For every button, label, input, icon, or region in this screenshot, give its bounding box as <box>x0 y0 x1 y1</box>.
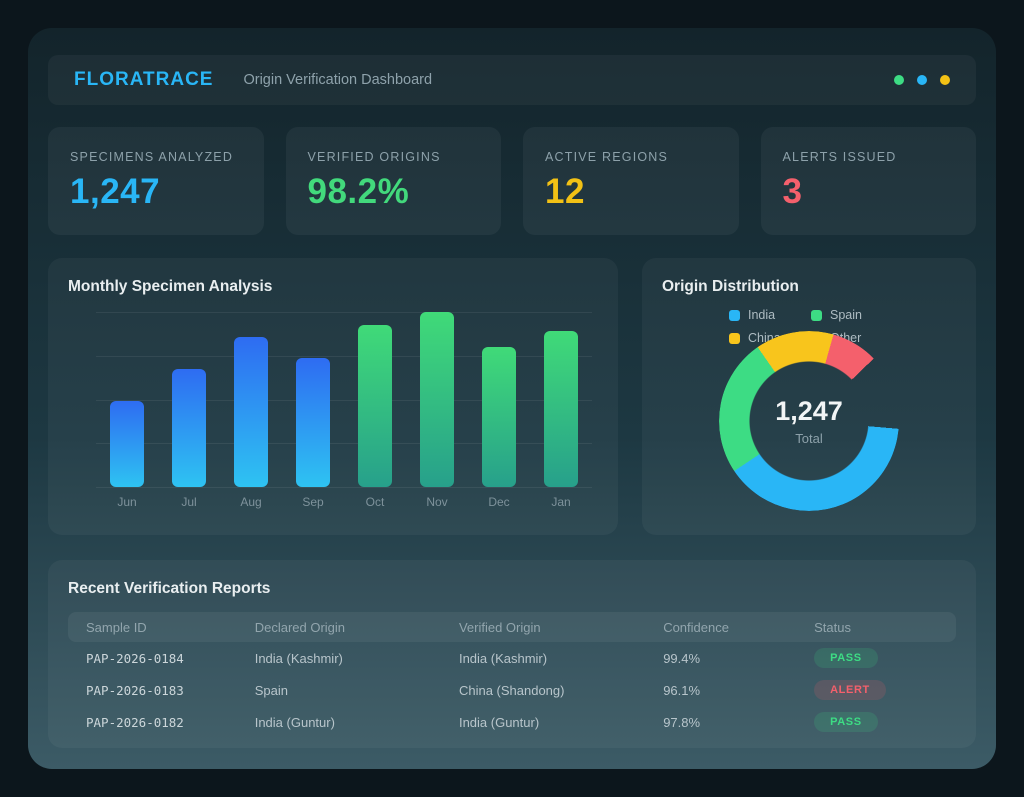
stat-label: ALERTS ISSUED <box>783 150 955 164</box>
x-tick-jul: Jul <box>158 495 220 509</box>
stat-card-0: SPECIMENS ANALYZED 1,247 <box>48 127 264 235</box>
x-tick-dec: Dec <box>468 495 530 509</box>
bar-chart-plot <box>96 312 592 487</box>
x-tick-oct: Oct <box>344 495 406 509</box>
header-subtitle: Origin Verification Dashboard <box>243 72 432 88</box>
table-row[interactable]: PAP-2026-0183SpainChina (Shandong)96.1% A… <box>68 674 956 706</box>
donut-center: 1,247 Total <box>719 331 899 511</box>
column-header-0: Sample ID <box>68 620 237 635</box>
cell-confidence: 99.4% <box>645 651 796 666</box>
bar-column-jan <box>530 312 592 487</box>
table-row[interactable]: PAP-2026-0184India (Kashmir)India (Kashm… <box>68 642 956 674</box>
stat-card-1: VERIFIED ORIGINS 98.2% <box>286 127 502 235</box>
bar-column-jul <box>158 312 220 487</box>
bar-oct <box>358 325 392 487</box>
bar-column-dec <box>468 312 530 487</box>
legend-item-spain[interactable]: Spain <box>811 308 889 322</box>
table-header-row: Sample IDDeclared OriginVerified OriginC… <box>68 612 956 642</box>
bar-chart-title: Monthly Specimen Analysis <box>68 278 598 296</box>
stat-value: 3 <box>783 172 955 212</box>
stat-value: 12 <box>545 172 717 212</box>
legend-item-india[interactable]: India <box>729 308 807 322</box>
column-header-1: Declared Origin <box>237 620 441 635</box>
bar-column-aug <box>220 312 282 487</box>
bar-sep <box>296 358 330 488</box>
cell-verified-origin: India (Kashmir) <box>441 651 645 666</box>
legend-label: India <box>748 308 775 322</box>
window-dot-1[interactable] <box>917 75 927 85</box>
bar-column-nov <box>406 312 468 487</box>
bar-column-oct <box>344 312 406 487</box>
window-dot-2[interactable] <box>940 75 950 85</box>
cell-verified-origin: China (Shandong) <box>441 683 645 698</box>
x-tick-nov: Nov <box>406 495 468 509</box>
bar-jun <box>110 401 144 487</box>
x-tick-sep: Sep <box>282 495 344 509</box>
bar-column-jun <box>96 312 158 487</box>
cell-confidence: 96.1% <box>645 683 796 698</box>
cell-verified-origin: India (Guntur) <box>441 715 645 730</box>
bar-chart-x-axis: JunJulAugSepOctNovDecJan <box>96 495 592 509</box>
gridline <box>96 487 592 488</box>
window-control-dots <box>894 75 950 85</box>
donut-total-label: Total <box>795 431 822 446</box>
bar-column-sep <box>282 312 344 487</box>
window-dot-0[interactable] <box>894 75 904 85</box>
stat-label: SPECIMENS ANALYZED <box>70 150 242 164</box>
table-row[interactable]: PAP-2026-0182India (Guntur)India (Guntur… <box>68 706 956 738</box>
cell-status: ALERT <box>796 680 956 700</box>
stats-row: SPECIMENS ANALYZED 1,247 VERIFIED ORIGINS 9… <box>48 127 976 235</box>
stat-value: 98.2% <box>308 172 480 212</box>
x-tick-aug: Aug <box>220 495 282 509</box>
reports-card: Recent Verification Reports Sample IDDec… <box>48 560 976 748</box>
bar-nov <box>420 312 454 487</box>
brand-logo: FLORATRACE <box>74 69 213 91</box>
bar-jan <box>544 331 578 487</box>
cell-sample-id: PAP-2026-0182 <box>68 715 237 730</box>
status-badge: PASS <box>814 648 878 668</box>
x-tick-jan: Jan <box>530 495 592 509</box>
cell-status: PASS <box>796 648 956 668</box>
bar-jul <box>172 369 206 487</box>
cell-confidence: 97.8% <box>645 715 796 730</box>
table-body: PAP-2026-0184India (Kashmir)India (Kashm… <box>68 642 956 738</box>
dashboard-container: FLORATRACE Origin Verification Dashboard… <box>28 28 996 769</box>
column-header-4: Status <box>796 620 956 635</box>
stat-value: 1,247 <box>70 172 242 212</box>
column-header-2: Verified Origin <box>441 620 645 635</box>
cell-sample-id: PAP-2026-0184 <box>68 651 237 666</box>
column-header-3: Confidence <box>645 620 796 635</box>
charts-row: Monthly Specimen Analysis JunJulAugSepOc… <box>48 258 976 535</box>
bars-group <box>96 312 592 487</box>
legend-swatch-india <box>729 310 740 321</box>
status-badge: PASS <box>814 712 878 732</box>
bar-dec <box>482 347 516 487</box>
bar-aug <box>234 337 268 488</box>
status-badge: ALERT <box>814 680 886 700</box>
stat-card-3: ALERTS ISSUED 3 <box>761 127 977 235</box>
app-header: FLORATRACE Origin Verification Dashboard <box>48 55 976 105</box>
legend-swatch-spain <box>811 310 822 321</box>
stat-card-2: ACTIVE REGIONS 12 <box>523 127 739 235</box>
x-tick-jun: Jun <box>96 495 158 509</box>
donut-chart: 1,247 Total <box>719 331 899 511</box>
cell-sample-id: PAP-2026-0183 <box>68 683 237 698</box>
bar-chart-card: Monthly Specimen Analysis JunJulAugSepOc… <box>48 258 618 535</box>
cell-status: PASS <box>796 712 956 732</box>
reports-title: Recent Verification Reports <box>68 580 956 598</box>
donut-chart-card: Origin Distribution IndiaSpainChinaOther… <box>642 258 976 535</box>
stat-label: ACTIVE REGIONS <box>545 150 717 164</box>
donut-total-value: 1,247 <box>775 396 843 427</box>
cell-declared-origin: Spain <box>237 683 441 698</box>
donut-chart-title: Origin Distribution <box>662 278 956 296</box>
cell-declared-origin: India (Guntur) <box>237 715 441 730</box>
legend-label: Spain <box>830 308 862 322</box>
cell-declared-origin: India (Kashmir) <box>237 651 441 666</box>
stat-label: VERIFIED ORIGINS <box>308 150 480 164</box>
